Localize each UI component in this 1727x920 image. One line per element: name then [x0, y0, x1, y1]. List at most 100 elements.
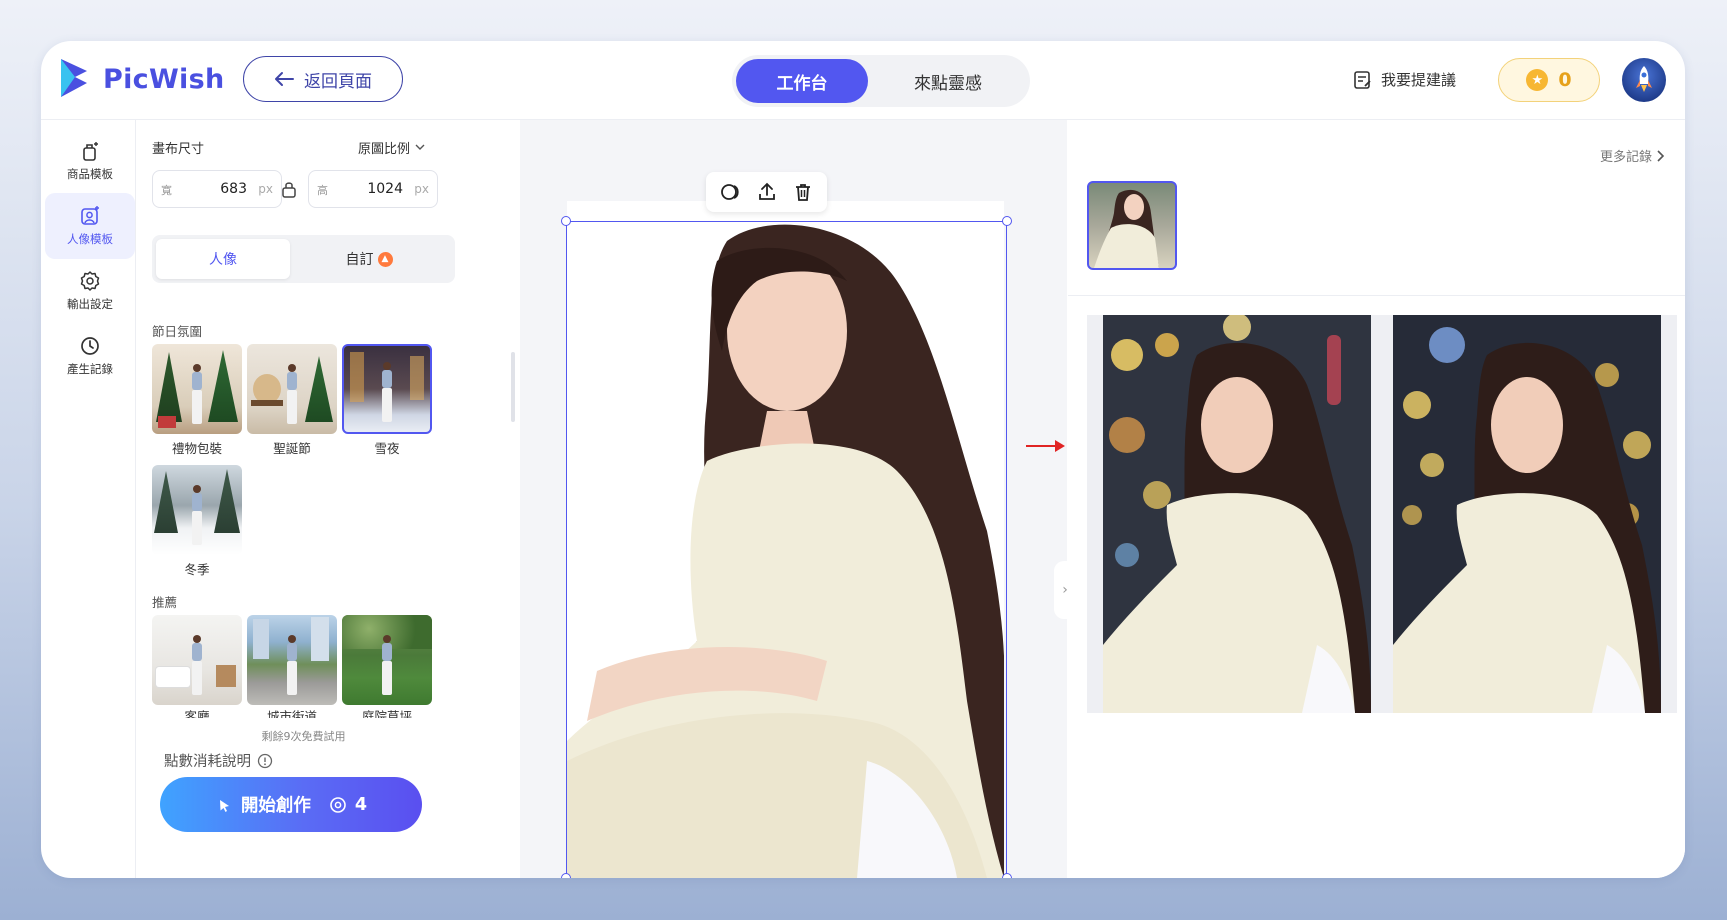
height-key: 高: [317, 184, 328, 197]
tab-custom-label: 自訂: [345, 252, 374, 268]
free-trial-count: 剩餘9次免費試用: [261, 730, 346, 743]
coin-balance[interactable]: ★ 0: [1498, 58, 1600, 102]
portrait-template-icon: [81, 206, 99, 225]
resize-handle-bottom-left[interactable]: [561, 873, 571, 878]
template-label: 雪夜: [374, 441, 400, 456]
template-label: 客廳: [184, 709, 210, 718]
hot-icon: ▲: [377, 251, 393, 267]
mode-switch: 工作台 來點靈感: [732, 55, 1030, 107]
cost-info-label: 點數消耗說明: [164, 754, 251, 770]
ratio-dropdown[interactable]: 原圖比例: [358, 138, 425, 157]
template-label: 庭院草坪: [361, 709, 412, 718]
template-thumbnail-living-room[interactable]: [152, 615, 242, 705]
history-thumbnail[interactable]: [1087, 181, 1177, 270]
results-panel: 更多記錄: [1068, 120, 1685, 878]
chevron-right-icon: ›: [1062, 582, 1068, 598]
lock-icon[interactable]: [281, 180, 297, 198]
template-label: 聖誕節: [273, 441, 311, 456]
template-label: 城市街道: [266, 709, 317, 718]
resize-handle-top-right[interactable]: [1002, 216, 1012, 226]
section-holiday-title: 節日氛圍: [152, 324, 203, 339]
height-value: 1024: [367, 181, 403, 197]
result-image-2[interactable]: [1377, 315, 1677, 713]
cost-info-link[interactable]: 點數消耗說明: [164, 750, 273, 771]
template-thumbnail-city-street[interactable]: [247, 615, 337, 705]
back-button-label: 返回頁面: [304, 71, 372, 92]
recommend-labels-clip: 客廳 城市街道 庭院草坪: [152, 706, 442, 718]
result-image-1[interactable]: [1087, 315, 1387, 713]
model-figure: [380, 635, 394, 695]
avatar[interactable]: [1622, 58, 1666, 102]
panel-scrollbar[interactable]: [511, 352, 515, 422]
sidebar-item-label: 產生記錄: [67, 362, 113, 376]
logo[interactable]: PicWish: [57, 57, 224, 101]
more-history-label: 更多記錄: [1599, 150, 1652, 165]
divider: [1068, 295, 1685, 296]
start-create-label: 開始創作: [240, 796, 311, 816]
template-thumbnail-winter[interactable]: [152, 465, 242, 555]
sidebar-item-output-settings[interactable]: 輸出設定: [45, 258, 135, 324]
result-image-2-content: [1393, 315, 1661, 713]
selection-toolbar: [706, 172, 827, 212]
sidebar-item-label: 商品模板: [67, 167, 113, 181]
width-value: 683: [220, 181, 247, 197]
template-thumbnail-gift[interactable]: [152, 344, 242, 434]
coin-icon: ★: [1526, 69, 1549, 91]
width-unit: px: [258, 182, 273, 196]
template-thumbnail-garden-lawn[interactable]: [342, 615, 432, 705]
sidebar-item-portrait-templates[interactable]: 人像模板: [45, 193, 135, 259]
width-field[interactable]: 寬 683 px: [152, 170, 282, 208]
width-key: 寬: [161, 184, 172, 197]
top-bar: PicWish 返回頁面 工作台 來點靈感 我要提建議 ★ 0: [41, 41, 1685, 120]
feedback-icon: [1354, 70, 1371, 89]
clock-icon: [81, 337, 99, 355]
resize-handle-bottom-right[interactable]: [1002, 873, 1012, 878]
duplicate-icon[interactable]: [720, 182, 742, 202]
start-create-cost: 4: [354, 794, 368, 815]
template-thumbnail-snow-night[interactable]: [342, 344, 432, 434]
product-template-icon: [83, 142, 98, 161]
height-unit: px: [414, 182, 429, 196]
sidebar-item-product-templates[interactable]: 商品模板: [45, 128, 135, 194]
app-window: PicWish 返回頁面 工作台 來點靈感 我要提建議 ★ 0 商品模板 人像模…: [41, 41, 1685, 878]
template-type-tabs: 人像 自訂 ▲: [152, 235, 455, 283]
canvas-area: ›: [520, 120, 1076, 878]
result-image-1-content: [1103, 315, 1371, 713]
sidebar-item-history[interactable]: 產生記錄: [45, 323, 135, 389]
selection-frame[interactable]: [566, 221, 1007, 878]
ratio-dropdown-value: 原圖比例: [358, 142, 411, 157]
canvas-size-label: 畫布尺寸: [152, 142, 205, 157]
model-figure: [190, 635, 204, 695]
history-thumbnail-image: [1094, 189, 1159, 268]
upload-icon[interactable]: [757, 182, 777, 202]
template-label: 冬季: [184, 562, 210, 577]
height-field[interactable]: 高 1024 px: [308, 170, 438, 208]
rocket-avatar-icon: [1636, 66, 1652, 92]
chevron-right-icon: [1657, 149, 1665, 162]
cursor-click-icon: [219, 799, 229, 812]
resize-handle-top-left[interactable]: [561, 216, 571, 226]
model-figure: [190, 485, 204, 545]
template-panel: 畫布尺寸 原圖比例 寬 683 px 高 1024 px 人像 自訂 ▲ 節日氛…: [136, 120, 519, 878]
tab-inspiration[interactable]: 來點靈感: [882, 59, 1014, 103]
model-figure: [380, 362, 394, 422]
more-history-link[interactable]: 更多記錄: [1600, 146, 1665, 165]
model-figure: [190, 364, 204, 424]
left-sidebar: 商品模板 人像模板 輸出設定 產生記錄: [41, 120, 136, 878]
template-label: 禮物包裝: [171, 441, 222, 456]
template-thumbnail-christmas[interactable]: [247, 344, 337, 434]
feedback-button[interactable]: 我要提建議: [1353, 69, 1456, 90]
tab-custom[interactable]: 自訂 ▲: [302, 239, 436, 279]
arrow-right-icon: [1026, 440, 1065, 452]
tab-workspace[interactable]: 工作台: [736, 59, 868, 103]
feedback-label: 我要提建議: [1381, 71, 1457, 89]
sidebar-item-label: 人像模板: [67, 232, 113, 246]
trash-icon[interactable]: [793, 182, 813, 202]
start-create-button[interactable]: 開始創作 4: [160, 777, 422, 832]
model-figure: [285, 635, 299, 695]
back-button[interactable]: 返回頁面: [243, 56, 403, 102]
info-bubble-icon: [257, 753, 273, 768]
tab-portrait[interactable]: 人像: [156, 239, 290, 279]
model-figure: [285, 364, 299, 424]
sidebar-item-label: 輸出設定: [67, 297, 113, 311]
